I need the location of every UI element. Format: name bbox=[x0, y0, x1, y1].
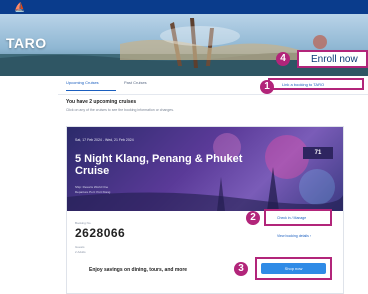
brand-name: TARO bbox=[6, 35, 47, 51]
manage-booking-label: Check in / Manage bbox=[277, 216, 307, 220]
page-heading: You have 2 upcoming cruises bbox=[66, 99, 137, 105]
shop-now-label: Shop now bbox=[284, 266, 303, 271]
top-navigation-bar: ⛵ bbox=[0, 0, 368, 14]
brand-logo-icon[interactable]: ⛵ bbox=[14, 2, 25, 12]
main-content: Upcoming Cruises Past Cruises Link a boo… bbox=[58, 76, 368, 294]
link-booking-label: Link a booking to TARO bbox=[282, 82, 325, 87]
link-booking-button[interactable]: Link a booking to TARO bbox=[268, 78, 364, 90]
cruise-title: 5 Night Klang, Penang & Phuket Cruise bbox=[75, 153, 243, 177]
shop-now-button[interactable]: Shop now bbox=[261, 263, 326, 274]
page-subheading: Click on any of the cruises to see the b… bbox=[66, 108, 174, 112]
cta-callout-box: Shop now bbox=[255, 257, 332, 280]
cruise-dates: Sat, 17 Feb 2024 - Wed, 21 Feb 2024 bbox=[75, 138, 134, 142]
guests-value: 2 Adults bbox=[75, 250, 86, 254]
callout-number-3: 3 bbox=[234, 262, 248, 276]
departure-port: Departure Port: Port Klang bbox=[75, 190, 111, 194]
promo-text: Enjoy savings on dining, tours, and more bbox=[89, 267, 188, 273]
cruise-booking-card[interactable]: Sat, 17 Feb 2024 - Wed, 21 Feb 2024 5 Ni… bbox=[66, 126, 344, 294]
tabs-divider bbox=[58, 94, 368, 95]
callout-number-4: 4 bbox=[276, 52, 290, 66]
booking-number: 2628066 bbox=[75, 226, 126, 240]
manage-booking-button[interactable]: Check in / Manage bbox=[264, 209, 332, 226]
enroll-now-label: Enroll now bbox=[311, 54, 358, 65]
guests-info: Guests 2 Adults bbox=[75, 245, 86, 255]
enroll-now-button[interactable]: Enroll now bbox=[297, 50, 368, 68]
view-booking-details-link[interactable]: View booking details › bbox=[277, 234, 311, 238]
active-tab-indicator bbox=[66, 90, 116, 91]
cruise-meta: Ship: Resorts World One Departure Port: … bbox=[75, 185, 110, 195]
tab-upcoming-cruises[interactable]: Upcoming Cruises bbox=[66, 80, 99, 85]
booking-number-label: Booking No. bbox=[75, 221, 92, 225]
cruise-image: Sat, 17 Feb 2024 - Wed, 21 Feb 2024 5 Ni… bbox=[67, 127, 343, 211]
tab-past-cruises[interactable]: Past Cruises bbox=[124, 80, 147, 85]
ship-badge: 71 bbox=[303, 147, 333, 159]
callout-number-2: 2 bbox=[246, 211, 260, 225]
callout-number-1: 1 bbox=[260, 80, 274, 94]
